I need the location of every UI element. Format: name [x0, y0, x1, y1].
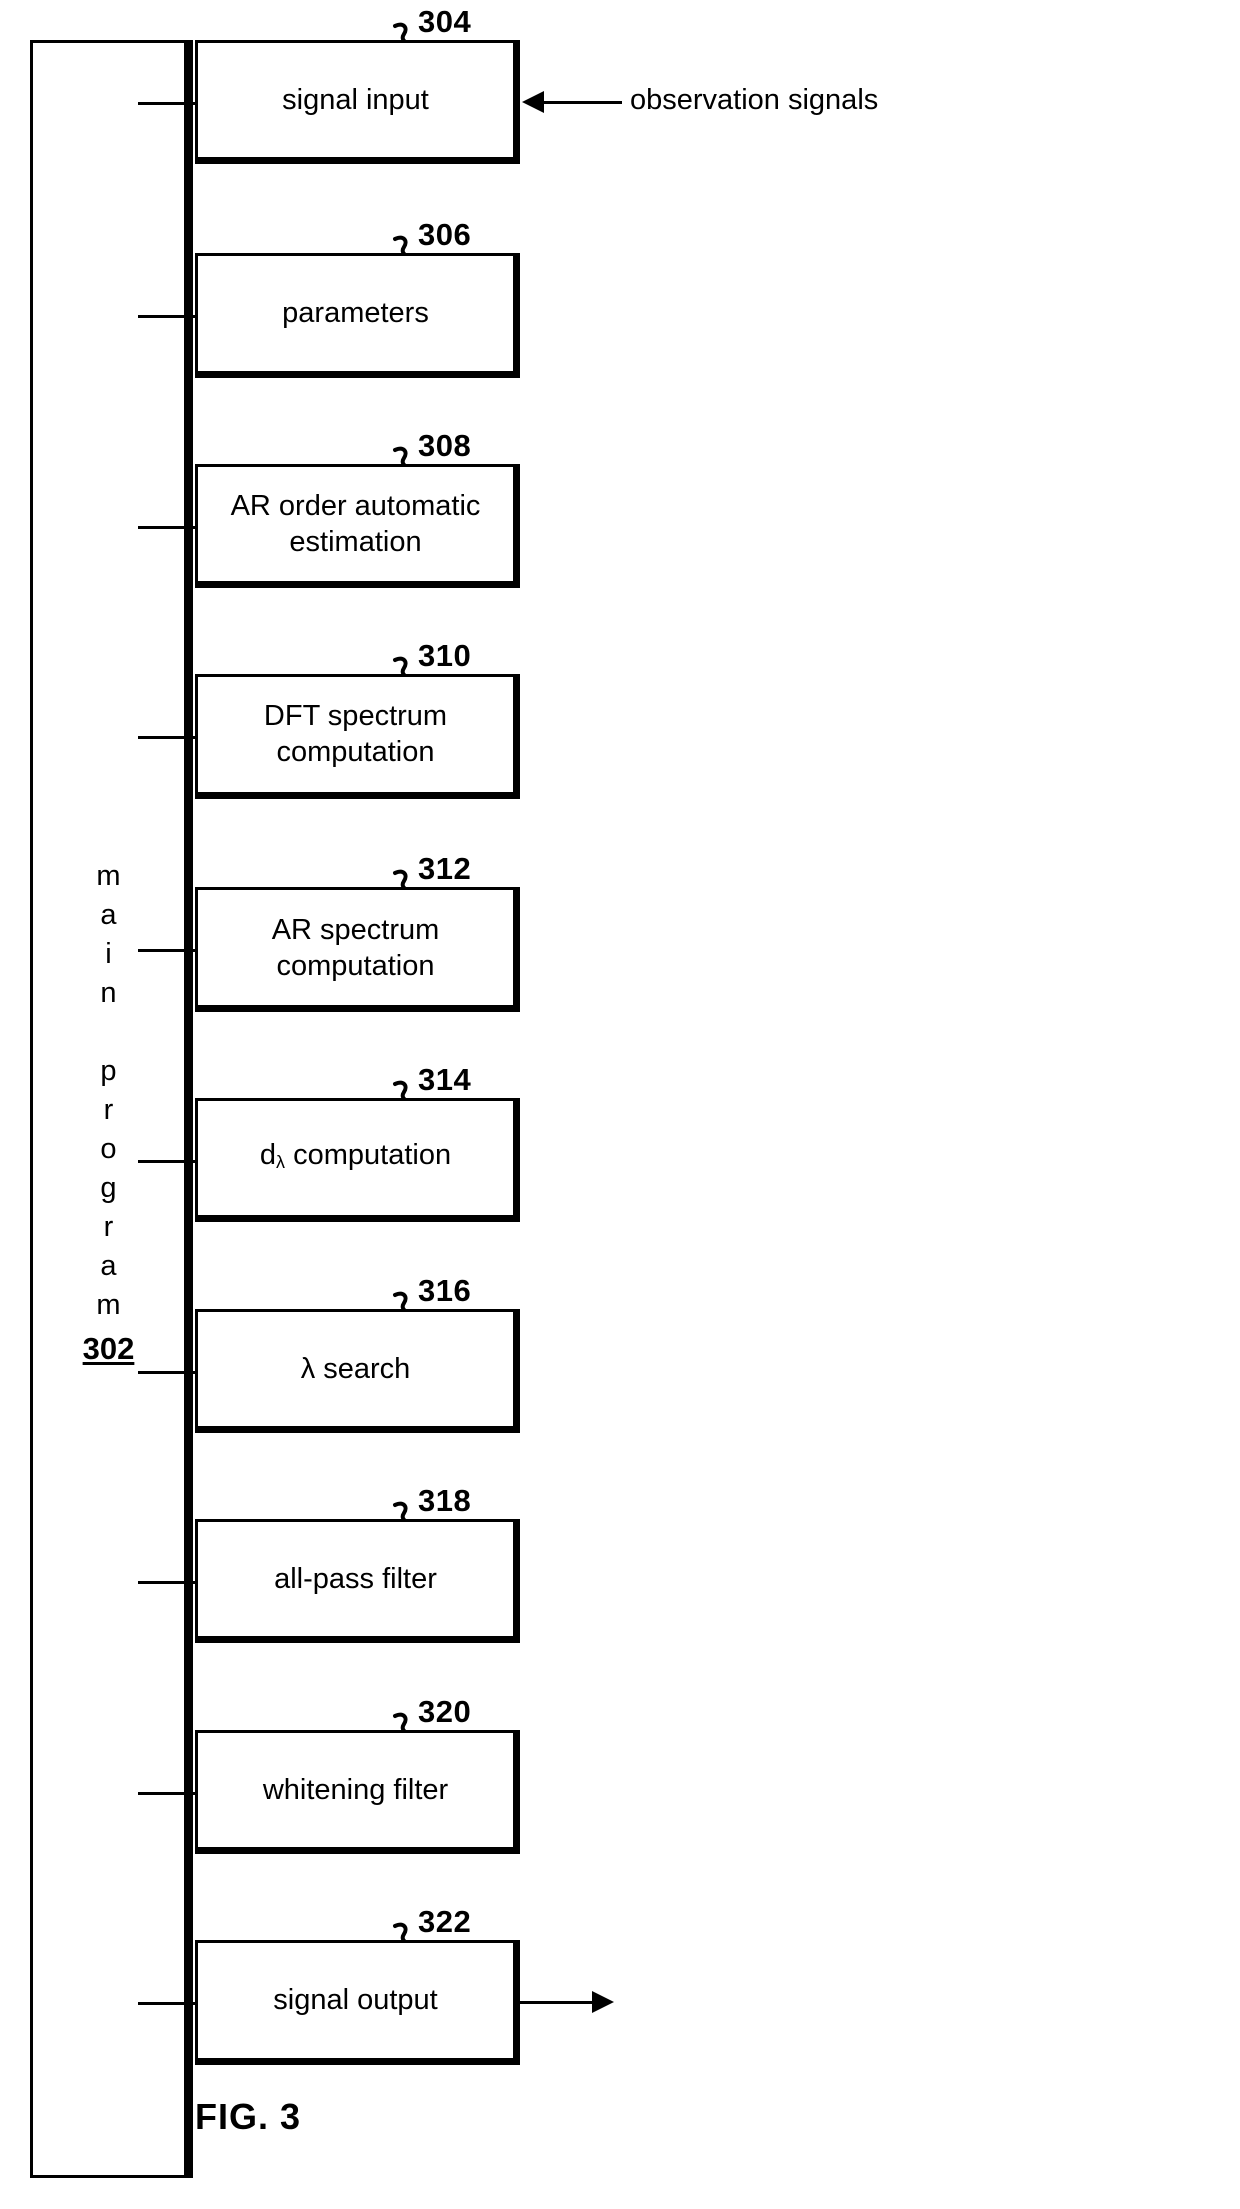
reference-number-310: 310 [418, 638, 472, 673]
connector-to-signal-output [138, 2002, 196, 2005]
main-program-label-char: i [105, 938, 112, 970]
main-program-label-char: a [100, 1250, 117, 1282]
main-program-label-char: m [96, 1289, 121, 1321]
main-program-reference-number: 302 [82, 1331, 135, 1366]
main-program-label-char: r [103, 1094, 114, 1126]
block-dft-spectrum-computation-label: DFT spectrum computation [264, 698, 447, 770]
main-program-label: m a i n p r o g r a m 302 [33, 857, 184, 1368]
main-program-label-char: p [100, 1055, 117, 1087]
patent-figure-canvas: m a i n p r o g r a m 302 304 signal inp… [0, 0, 1240, 2209]
signal-output-arrow-line [520, 2001, 594, 2004]
block-ar-spectrum-computation: AR spectrum computation [195, 887, 520, 1012]
connector-to-signal-input [138, 102, 196, 105]
block-ar-order-estimation: AR order automatic estimation [195, 463, 520, 589]
block-all-pass-filter: all-pass filter [195, 1519, 520, 1644]
signal-output-arrow-head [592, 1991, 614, 2013]
block-dft-spectrum-computation: DFT spectrum computation [195, 674, 520, 799]
main-program-label-char: g [100, 1172, 117, 1204]
block-signal-output: signal output [195, 1940, 520, 2065]
connector-to-whitening-filter [138, 1792, 196, 1795]
connector-to-lambda-search [138, 1371, 196, 1374]
reference-number-312: 312 [418, 851, 472, 886]
connector-to-ar-order-estimation [138, 526, 196, 529]
connector-to-dft-spectrum [138, 736, 196, 739]
main-program-label-char: o [100, 1133, 117, 1165]
observation-signals-arrow-line [544, 101, 622, 104]
connector-to-ar-spectrum [138, 949, 196, 952]
block-dft-spectrum-line-2: computation [276, 736, 435, 769]
reference-number-306: 306 [418, 217, 472, 252]
observation-signals-label: observation signals [630, 84, 879, 116]
reference-number-304: 304 [418, 4, 472, 39]
main-program-block: m a i n p r o g r a m 302 [30, 40, 193, 2178]
reference-number-314: 314 [418, 1062, 472, 1097]
observation-signals-arrow-head [522, 91, 544, 113]
block-ar-spectrum-computation-label: AR spectrum computation [272, 912, 440, 984]
block-ar-order-estimation-line-2: estimation [289, 525, 422, 558]
block-lambda-search: λ search [195, 1308, 520, 1433]
block-signal-output-label: signal output [273, 1984, 438, 2017]
main-program-label-char: a [100, 899, 117, 931]
dlambda-rest: computation [285, 1138, 452, 1171]
block-dft-spectrum-line-1: DFT spectrum [263, 700, 448, 733]
block-ar-order-estimation-label: AR order automatic estimation [231, 488, 481, 560]
block-parameters-label: parameters [282, 297, 429, 330]
connector-to-all-pass-filter [138, 1581, 196, 1584]
reference-number-308: 308 [418, 428, 472, 463]
dlambda-base: d [259, 1138, 277, 1171]
reference-number-320: 320 [418, 1694, 472, 1729]
block-ar-order-estimation-line-1: AR order automatic [230, 489, 481, 522]
dlambda-subscript: λ [276, 1151, 286, 1172]
main-program-label-space [33, 1013, 184, 1052]
block-dlambda-computation-label: dλ computation [260, 1137, 451, 1180]
main-program-label-char: m [96, 860, 121, 892]
block-signal-input: signal input [195, 40, 520, 165]
reference-number-316: 316 [418, 1273, 472, 1308]
block-parameters: parameters [195, 253, 520, 378]
block-whitening-filter: whitening filter [195, 1729, 520, 1854]
reference-number-318: 318 [418, 1483, 472, 1518]
main-program-label-char: r [103, 1211, 114, 1243]
reference-number-322: 322 [418, 1904, 472, 1939]
block-dlambda-computation: dλ computation [195, 1097, 520, 1223]
block-ar-spectrum-line-1: AR spectrum [271, 913, 440, 946]
block-lambda-search-label: λ search [300, 1352, 411, 1385]
connector-to-parameters [138, 315, 196, 318]
figure-caption: FIG. 3 [195, 2096, 302, 2137]
block-whitening-filter-label: whitening filter [262, 1773, 449, 1806]
main-program-label-char: n [100, 977, 117, 1009]
block-signal-input-label: signal input [282, 84, 429, 117]
connector-to-dlambda-computation [138, 1160, 196, 1163]
block-all-pass-filter-label: all-pass filter [274, 1563, 437, 1596]
block-ar-spectrum-line-2: computation [276, 949, 435, 982]
